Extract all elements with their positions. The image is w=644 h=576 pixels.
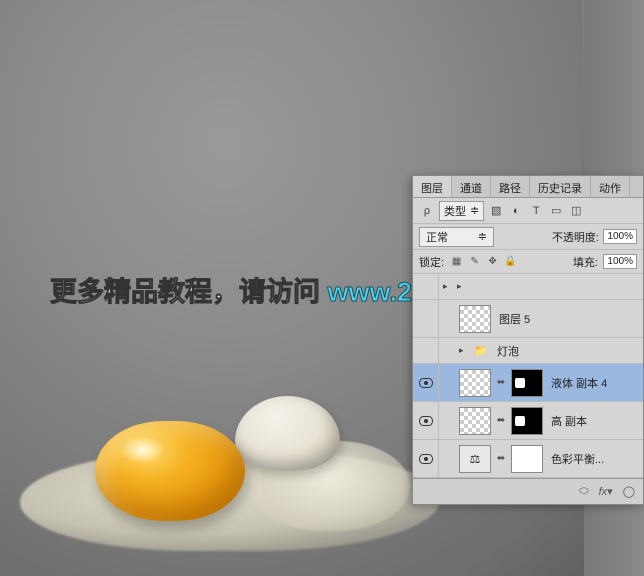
tab-layers[interactable]: 图层	[413, 176, 452, 197]
blend-mode-value: 正常	[426, 229, 448, 245]
twisty-icon[interactable]: ▸	[459, 345, 469, 356]
watermark-label: 更多精品教程，请访问	[50, 277, 328, 307]
folder-icon: 📁	[473, 343, 489, 359]
filter-row: ρ 类型 ≑ ▧ ◐ T ▭ ◫	[413, 198, 643, 224]
layer-name[interactable]: 灯泡	[497, 343, 519, 359]
visibility-toggle[interactable]	[413, 338, 439, 363]
search-icon: ρ	[419, 203, 435, 219]
chevron-down-icon: ≑	[478, 230, 487, 243]
filter-pixel-icon[interactable]: ▧	[488, 203, 504, 219]
layer-row-group[interactable]: ▸ 📁 灯泡	[413, 338, 643, 364]
layer-name[interactable]: 高 副本	[551, 413, 587, 429]
lock-row: 锁定: ▦ ✎ ✥ 🔒 填充: 100%	[413, 250, 643, 274]
egg-yolk	[95, 421, 245, 521]
layer-name[interactable]: 色彩平衡...	[551, 451, 604, 467]
blend-mode-select[interactable]: 正常 ≑	[419, 227, 494, 247]
layer-row-group-parent[interactable]: ▸ ▸	[413, 274, 643, 300]
adjustment-thumbnail[interactable]: ⚖	[459, 445, 491, 473]
filter-label: 类型	[444, 203, 466, 219]
mask-thumbnail[interactable]	[511, 445, 543, 473]
egg-illustration	[20, 381, 440, 561]
visibility-toggle[interactable]	[413, 364, 439, 401]
tab-channels[interactable]: 通道	[452, 176, 491, 197]
fill-input[interactable]: 100%	[603, 254, 637, 269]
eye-icon	[419, 454, 433, 464]
filter-shape-icon[interactable]: ▭	[548, 203, 564, 219]
fx-icon[interactable]: fx▾	[599, 485, 613, 498]
visibility-toggle[interactable]	[413, 300, 439, 337]
egg-shell	[235, 396, 340, 471]
twisty-icon[interactable]: ▸	[443, 281, 453, 292]
layer-thumbnail[interactable]	[459, 407, 491, 435]
lock-icons: ▦ ✎ ✥ 🔒	[449, 254, 518, 269]
eye-icon	[419, 416, 433, 426]
layers-panel: 图层 通道 路径 历史记录 动作 ρ 类型 ≑ ▧ ◐ T ▭ ◫ 正常 ≑ 不…	[412, 175, 644, 505]
fill-label: 填充:	[573, 254, 598, 270]
chevron-down-icon: ≑	[470, 204, 479, 217]
mask-link-icon[interactable]: ⬌	[495, 377, 507, 388]
opacity-label: 不透明度:	[552, 229, 599, 245]
visibility-toggle[interactable]	[413, 402, 439, 439]
layer-thumbnail[interactable]	[459, 305, 491, 333]
eye-icon	[419, 378, 433, 388]
opacity-input[interactable]: 100%	[603, 229, 637, 244]
panel-tabs: 图层 通道 路径 历史记录 动作	[413, 176, 643, 198]
blend-row: 正常 ≑ 不透明度: 100%	[413, 224, 643, 250]
layer-name[interactable]: 液体 副本 4	[551, 375, 607, 391]
mask-link-icon[interactable]: ⬌	[495, 415, 507, 426]
filter-type-select[interactable]: 类型 ≑	[439, 201, 484, 221]
twisty-icon[interactable]: ▸	[457, 281, 467, 292]
lock-transparent-icon[interactable]: ▦	[449, 254, 464, 269]
layer-name[interactable]: 图层 5	[499, 311, 530, 327]
filter-type-icon[interactable]: T	[528, 203, 544, 219]
filter-adjust-icon[interactable]: ◐	[508, 203, 524, 219]
mask-link-icon[interactable]: ⬌	[495, 453, 507, 464]
tab-actions[interactable]: 动作	[591, 176, 630, 197]
layer-row-adjustment[interactable]: ⚖ ⬌ 色彩平衡...	[413, 440, 643, 478]
filter-smart-icon[interactable]: ◫	[568, 203, 584, 219]
tab-paths[interactable]: 路径	[491, 176, 530, 197]
visibility-toggle[interactable]	[413, 274, 439, 299]
lock-all-icon[interactable]: 🔒	[503, 254, 518, 269]
layer-list: ▸ ▸ 图层 5 ▸ 📁 灯泡	[413, 274, 643, 478]
mask-thumbnail[interactable]	[511, 369, 543, 397]
layer-row[interactable]: ⬌ 高 副本	[413, 402, 643, 440]
layer-thumbnail[interactable]	[459, 369, 491, 397]
layer-row-selected[interactable]: ⬌ 液体 副本 4	[413, 364, 643, 402]
link-layers-icon[interactable]: ⬭	[579, 485, 588, 498]
mask-thumbnail[interactable]	[511, 407, 543, 435]
tab-history[interactable]: 历史记录	[530, 176, 591, 197]
layer-row[interactable]: 图层 5	[413, 300, 643, 338]
lock-label: 锁定:	[419, 254, 444, 270]
visibility-toggle[interactable]	[413, 440, 439, 477]
lock-paint-icon[interactable]: ✎	[467, 254, 482, 269]
add-mask-icon[interactable]: ◯	[623, 485, 635, 498]
lock-position-icon[interactable]: ✥	[485, 254, 500, 269]
panel-bottom-toolbar: ⬭ fx▾ ◯	[413, 478, 643, 504]
